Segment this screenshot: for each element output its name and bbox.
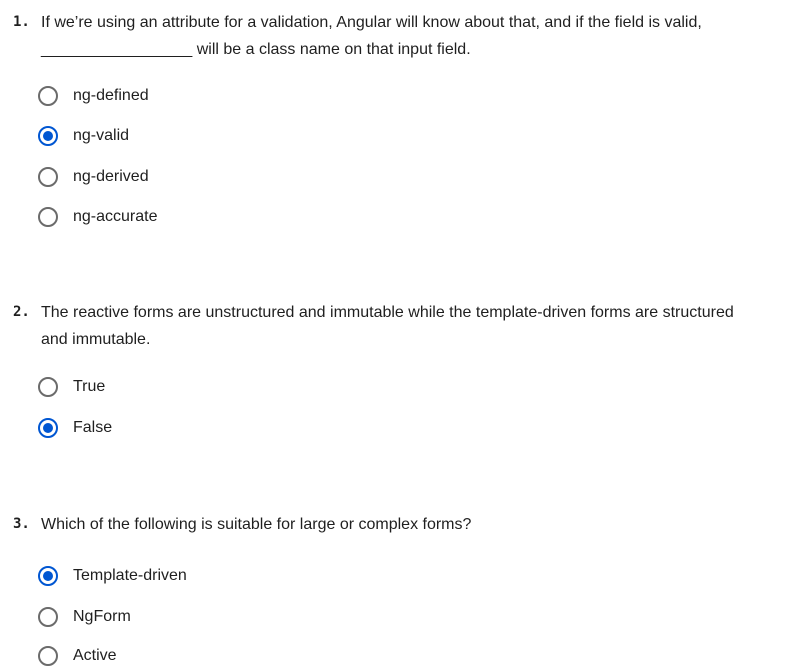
option-ngform[interactable]: NgForm [38, 602, 131, 632]
option-ng-accurate[interactable]: ng-accurate [38, 202, 158, 232]
option-label: True [73, 378, 106, 395]
radio-selected-icon[interactable] [38, 126, 58, 146]
radio-unselected-icon[interactable] [38, 207, 58, 227]
question-2-prompt: 2. The reactive forms are unstructured a… [0, 299, 810, 353]
question-1-number: 1. [13, 14, 30, 30]
option-label: ng-defined [73, 87, 149, 104]
option-true[interactable]: True [38, 372, 105, 402]
question-2-text-line-2: and immutable. [41, 331, 151, 348]
question-2-text-line-1: The reactive forms are unstructured and … [41, 304, 734, 321]
question-3-text-line-1: Which of the following is suitable for l… [41, 516, 472, 533]
option-ng-derived[interactable]: ng-derived [38, 162, 149, 192]
option-label: ng-valid [73, 127, 130, 144]
option-label: ng-derived [73, 168, 149, 185]
radio-unselected-icon[interactable] [38, 646, 58, 666]
question-3-number: 3. [13, 516, 30, 532]
radio-unselected-icon[interactable] [38, 607, 58, 627]
option-false[interactable]: False [38, 413, 112, 443]
question-1-text-line-2: _________________ will be a class name o… [41, 41, 471, 58]
option-label: False [73, 419, 113, 436]
radio-unselected-icon[interactable] [38, 86, 58, 106]
option-label: NgForm [73, 608, 131, 625]
radio-unselected-icon[interactable] [38, 377, 58, 397]
option-ng-defined[interactable]: ng-defined [38, 81, 149, 111]
option-template-driven[interactable]: Template-driven [38, 561, 187, 591]
radio-unselected-icon[interactable] [38, 167, 58, 187]
radio-selected-icon[interactable] [38, 418, 58, 438]
question-3: 3. Which of the following is suitable fo… [0, 511, 810, 538]
option-ng-valid[interactable]: ng-valid [38, 121, 129, 151]
question-2-number: 2. [13, 304, 30, 320]
option-label: Template-driven [73, 567, 187, 584]
question-1: 1. If we’re using an attribute for a val… [0, 9, 810, 63]
option-label: Active [73, 647, 117, 664]
question-2: 2. The reactive forms are unstructured a… [0, 299, 810, 353]
option-label: ng-accurate [73, 208, 158, 225]
question-1-text-line-1: If we’re using an attribute for a valida… [41, 14, 702, 31]
radio-selected-icon[interactable] [38, 566, 58, 586]
question-1-prompt: 1. If we’re using an attribute for a val… [0, 9, 810, 63]
option-active[interactable]: Active [38, 641, 117, 671]
question-3-prompt: 3. Which of the following is suitable fo… [0, 511, 810, 538]
